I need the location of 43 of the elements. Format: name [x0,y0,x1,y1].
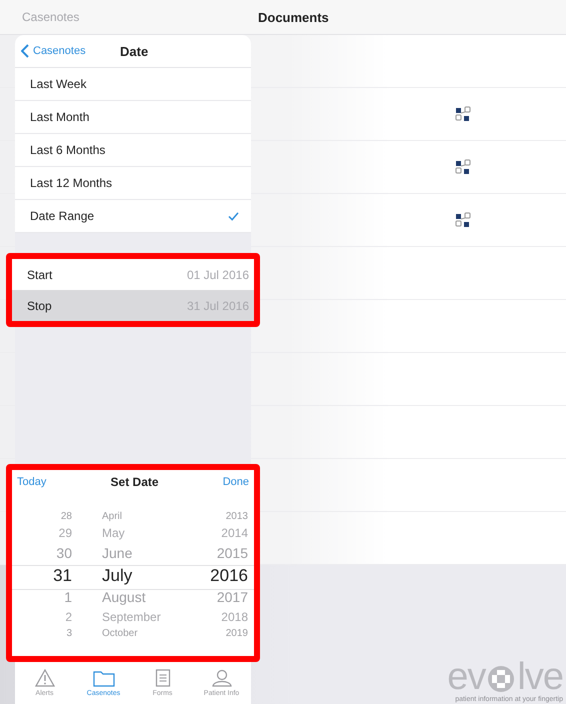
popover-title: Date [120,44,148,58]
month-option[interactable]: July [102,564,168,587]
today-button[interactable]: Today [17,476,46,488]
picker-title: Set Date [110,475,159,489]
date-option[interactable]: Last 6 Months [15,134,251,167]
year-option[interactable]: 2014 [221,524,248,543]
back-label: Casenotes [22,10,80,24]
range-row[interactable]: Start 01 Jul 2016 [12,259,254,290]
document-icon [154,669,170,687]
day-option[interactable]: 31 [53,564,72,587]
month-option[interactable]: September [102,608,168,627]
cross-circle-icon [486,664,516,694]
chevron-left-icon [21,44,29,58]
year-option[interactable]: 2016 [210,564,248,587]
day-option[interactable]: 3 [66,627,72,641]
month-option[interactable]: June [102,543,168,564]
linked-squares-icon [455,106,471,122]
year-option[interactable]: 2013 [226,510,248,524]
warning-icon [34,669,54,687]
done-button[interactable]: Done [222,476,249,488]
date-option[interactable]: Last 12 Months [15,167,251,200]
day-option[interactable]: 29 [58,524,72,543]
month-option[interactable]: May [102,524,168,543]
month-option[interactable]: August [102,587,168,608]
linked-squares-icon [455,159,471,175]
folder-icon [92,669,114,687]
date-option[interactable]: Last Month [15,101,251,134]
year-option[interactable]: 2018 [221,608,248,627]
year-option[interactable]: 2015 [216,543,248,564]
person-icon [212,669,232,687]
date-option[interactable]: Date Range [15,200,251,233]
day-option[interactable]: 1 [64,587,72,608]
date-option[interactable]: Last Week [15,68,251,101]
back-button[interactable]: Casenotes [15,44,86,58]
day-option[interactable]: 28 [60,510,72,524]
linked-squares-icon [455,212,471,228]
day-option[interactable]: 30 [56,543,72,564]
month-option[interactable]: April [102,510,168,524]
year-option[interactable]: 2019 [226,627,248,641]
day-option[interactable]: 2 [65,608,72,627]
month-option[interactable]: October [102,627,168,641]
screen-title: Documents [258,10,329,24]
year-option[interactable]: 2017 [216,587,248,608]
